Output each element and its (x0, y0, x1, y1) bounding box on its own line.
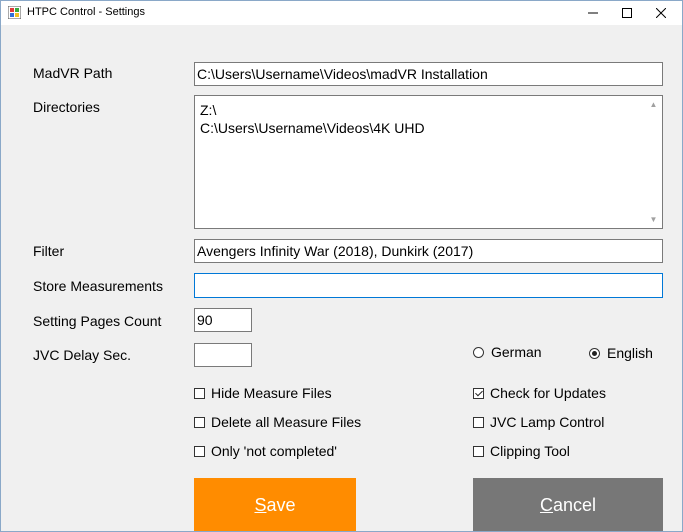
filter-input[interactable]: Avengers Infinity War (2018), Dunkirk (2… (194, 239, 663, 263)
save-mnemonic: S (254, 495, 267, 515)
checkbox-icon (194, 387, 205, 399)
minimize-icon (588, 12, 598, 14)
madvr-path-input[interactable]: C:\Users\Username\Videos\madVR Installat… (194, 62, 663, 86)
store-measurements-label: Store Measurements (33, 278, 163, 294)
directories-label: Directories (33, 99, 100, 115)
only-not-completed-checkbox[interactable]: Only 'not completed' (194, 443, 337, 459)
jvc-delay-label: JVC Delay Sec. (33, 347, 132, 363)
close-button[interactable] (644, 1, 678, 25)
setting-pages-count-label: Setting Pages Count (33, 313, 162, 329)
jvc-lamp-control-label: JVC Lamp Control (490, 414, 605, 430)
save-label: ave (266, 495, 296, 515)
clipping-tool-label: Clipping Tool (490, 443, 570, 459)
check-for-updates-checkbox[interactable]: Check for Updates (473, 385, 606, 401)
cancel-mnemonic: C (539, 495, 553, 515)
radio-checked-icon (589, 347, 600, 359)
title-bar[interactable]: HTPC Control - Settings (1, 1, 682, 25)
jvc-delay-input[interactable] (194, 343, 252, 367)
app-icon (8, 6, 21, 19)
checkbox-icon (473, 416, 484, 428)
close-icon (656, 8, 666, 18)
cancel-button[interactable]: Cancel (473, 478, 663, 531)
list-item[interactable]: Z:\ (195, 101, 662, 119)
scroll-up-icon[interactable]: ▲ (645, 96, 662, 113)
hide-measure-files-label: Hide Measure Files (211, 385, 332, 401)
hide-measure-files-checkbox[interactable]: Hide Measure Files (194, 385, 332, 401)
maximize-button[interactable] (610, 1, 644, 25)
setting-pages-count-input[interactable]: 90 (194, 308, 252, 332)
scroll-down-icon[interactable]: ▼ (645, 211, 662, 228)
only-not-completed-label: Only 'not completed' (211, 443, 337, 459)
filter-label: Filter (33, 243, 65, 259)
delete-measure-files-label: Delete all Measure Files (211, 414, 362, 430)
save-button[interactable]: Save (194, 478, 356, 531)
checkbox-icon (194, 416, 205, 428)
madvr-path-label: MadVR Path (33, 65, 113, 81)
directories-scrollbar[interactable]: ▲ ▼ (645, 96, 662, 228)
checkbox-icon (473, 445, 484, 457)
list-item[interactable]: C:\Users\Username\Videos\4K UHD (195, 119, 662, 137)
delete-measure-files-checkbox[interactable]: Delete all Measure Files (194, 414, 361, 430)
maximize-icon (622, 8, 632, 18)
radio-german-label: German (491, 344, 542, 360)
checkbox-checked-icon (473, 387, 484, 399)
store-measurements-input[interactable] (194, 273, 663, 298)
radio-english[interactable]: English (589, 345, 653, 361)
radio-unchecked-icon (473, 346, 484, 358)
minimize-button[interactable] (576, 1, 610, 25)
checkbox-icon (194, 445, 205, 457)
directories-list[interactable]: Z:\ C:\Users\Username\Videos\4K UHD ▲ ▼ (194, 95, 663, 229)
check-for-updates-label: Check for Updates (490, 385, 606, 401)
radio-german[interactable]: German (473, 344, 542, 360)
radio-english-label: English (607, 345, 653, 361)
clipping-tool-checkbox[interactable]: Clipping Tool (473, 443, 570, 459)
jvc-lamp-control-checkbox[interactable]: JVC Lamp Control (473, 414, 604, 430)
window-title: HTPC Control - Settings (27, 6, 145, 18)
settings-window: HTPC Control - Settings MadVR Path C:\Us… (0, 0, 683, 532)
cancel-label: ancel (552, 495, 597, 515)
